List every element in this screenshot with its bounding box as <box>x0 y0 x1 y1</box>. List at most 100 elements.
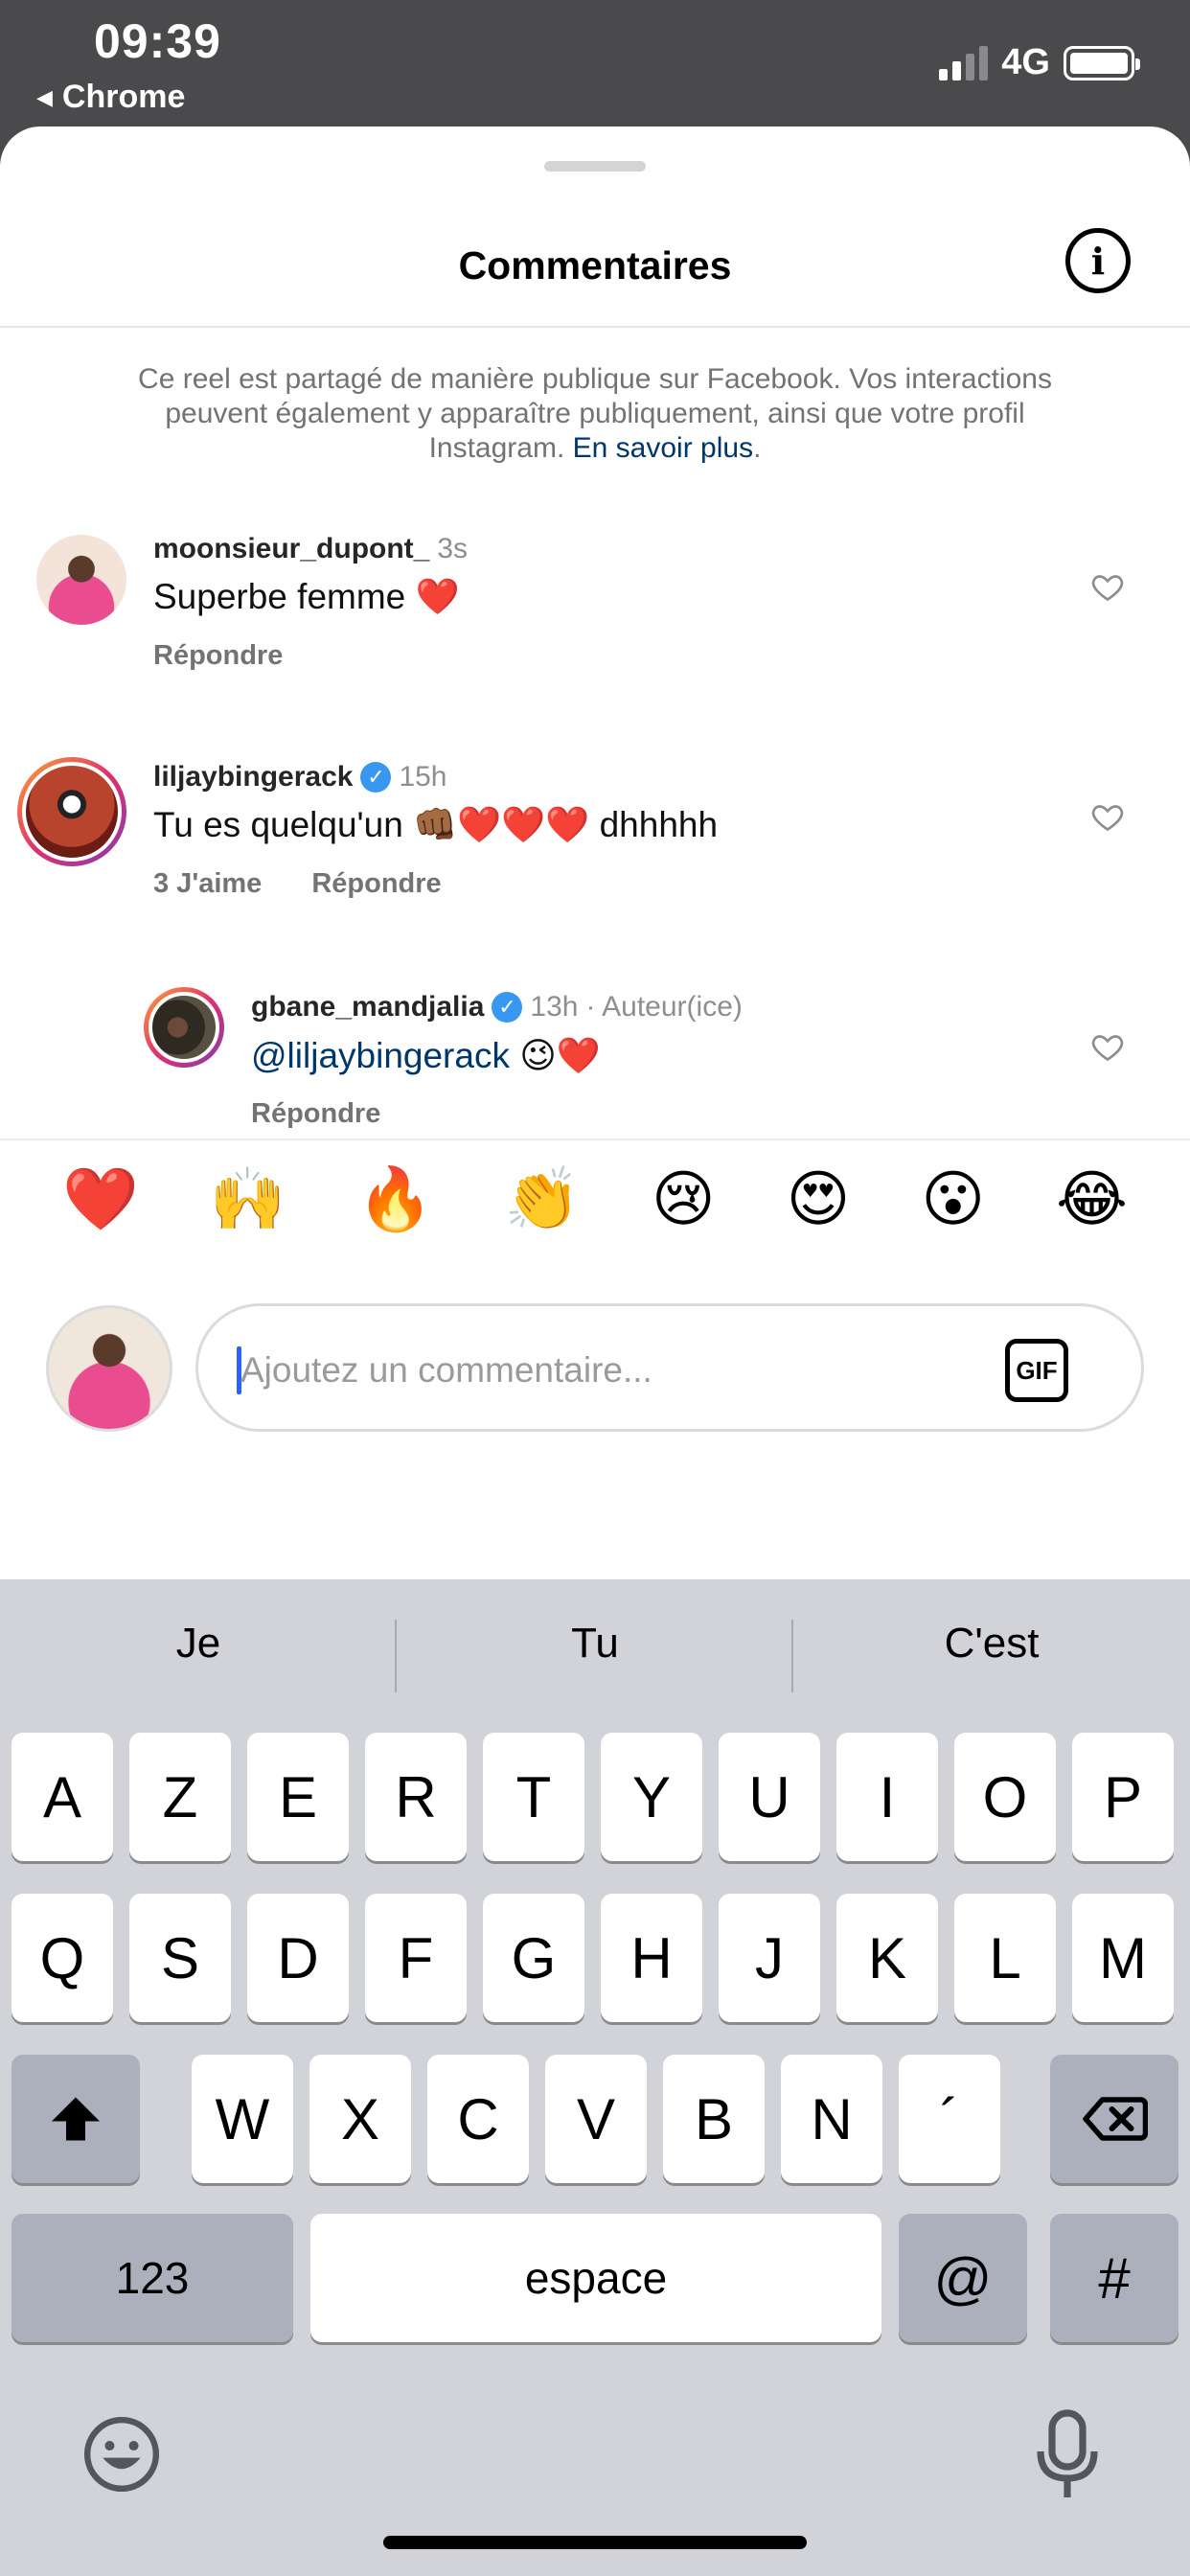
backspace-icon <box>1083 2097 1148 2141</box>
key-row1-6[interactable]: U <box>719 1733 820 1861</box>
key-row1-0[interactable]: A <box>11 1733 113 1861</box>
heart-outline-icon[interactable] <box>1090 569 1125 604</box>
key-row1-1[interactable]: Z <box>129 1733 231 1861</box>
comment-text: Tu es quelqu'un 👊🏾❤️❤️❤️ dhhhhh <box>153 805 719 844</box>
comment-username[interactable]: liljaybingerack <box>153 761 353 794</box>
emoji-heart-eyes-button[interactable]: 😍 <box>787 1169 851 1230</box>
key-row2-3[interactable]: F <box>365 1894 467 2022</box>
key-row1-8[interactable]: O <box>954 1733 1056 1861</box>
shift-key[interactable] <box>11 2055 140 2183</box>
microphone-icon[interactable] <box>1033 2409 1102 2501</box>
key-row3-4[interactable]: B <box>663 2055 765 2183</box>
key-row3-6[interactable]: ´ <box>899 2055 1000 2183</box>
key-row1-5[interactable]: Y <box>601 1733 702 1861</box>
key-row1-7[interactable]: I <box>836 1733 938 1861</box>
key-row3-3[interactable]: V <box>545 2055 647 2183</box>
signal-strength-icon <box>939 45 989 80</box>
comment-meta: gbane_mandjalia ✓ 13h · Auteur(ice) <box>251 991 743 1024</box>
emoji-laugh-button[interactable]: 😂 <box>1056 1169 1128 1230</box>
quick-emoji-bar: ❤️ 🙌 🔥 👏 😢 😍 😮 😂 <box>0 1138 1190 1259</box>
prediction-1[interactable]: Je <box>0 1620 397 1668</box>
key-row2-8[interactable]: L <box>954 1894 1056 2022</box>
emoji-wow-button[interactable]: 😮 <box>921 1169 985 1230</box>
hash-key[interactable]: # <box>1050 2214 1179 2342</box>
comment-input[interactable] <box>240 1335 988 1406</box>
status-indicators: 4G <box>939 42 1140 83</box>
key-row3-0[interactable]: W <box>192 2055 293 2183</box>
reply-button[interactable]: Répondre <box>153 640 283 672</box>
shift-icon <box>52 2097 100 2141</box>
avatar[interactable] <box>144 987 224 1068</box>
key-row2-6[interactable]: J <box>719 1894 820 2022</box>
emoji-raised-hands-button[interactable]: 🙌 <box>210 1169 286 1230</box>
numbers-key[interactable]: 123 <box>11 2214 293 2342</box>
back-to-app-button[interactable]: ◀ Chrome <box>36 79 185 116</box>
emoji-face-icon[interactable] <box>80 2413 163 2496</box>
info-icon[interactable]: i <box>1065 228 1131 293</box>
key-row1-9[interactable]: P <box>1072 1733 1174 1861</box>
key-row2-9[interactable]: M <box>1072 1894 1174 2022</box>
learn-more-link[interactable]: En savoir plus <box>573 432 753 464</box>
comment-time: 15h <box>399 761 447 793</box>
reply-button[interactable]: Répondre <box>251 1098 380 1130</box>
comment-text-rest: 😉❤️ <box>509 1036 601 1075</box>
emoji-fire-button[interactable]: 🔥 <box>356 1169 433 1230</box>
reply-button[interactable]: Répondre <box>311 868 441 900</box>
emoji-clap-button[interactable]: 👏 <box>504 1169 581 1230</box>
comment-text: @liljaybingerack 😉❤️ <box>251 1035 601 1077</box>
status-time: 09:39 <box>94 14 221 68</box>
comment-meta: moonsieur_dupont_ 3s <box>153 533 468 565</box>
comment-item: moonsieur_dupont_ 3s Superbe femme ❤️ Ré… <box>0 508 1190 700</box>
heart-outline-icon[interactable] <box>1090 799 1125 834</box>
verified-badge-icon: ✓ <box>492 992 523 1023</box>
mention-link[interactable]: @liljaybingerack <box>251 1036 510 1075</box>
key-row1-2[interactable]: E <box>247 1733 349 1861</box>
network-type: 4G <box>1001 42 1050 82</box>
key-row2-7[interactable]: K <box>836 1894 938 2022</box>
prediction-2[interactable]: Tu <box>397 1620 793 1668</box>
emoji-heart-button[interactable]: ❤️ <box>62 1169 139 1230</box>
key-row2-1[interactable]: S <box>129 1894 231 2022</box>
author-label: · Auteur(ice) <box>585 991 743 1023</box>
sheet-drag-handle[interactable] <box>544 161 646 172</box>
comment-meta: liljaybingerack ✓ 15h <box>153 761 447 794</box>
emoji-cry-button[interactable]: 😢 <box>652 1169 716 1230</box>
comment-actions: Répondre <box>153 640 283 672</box>
key-row2-0[interactable]: Q <box>11 1894 113 2022</box>
key-row3-1[interactable]: X <box>309 2055 411 2183</box>
facebook-share-notice: Ce reel est partagé de manière publique … <box>105 362 1085 466</box>
comments-list[interactable]: moonsieur_dupont_ 3s Superbe femme ❤️ Ré… <box>0 508 1190 1138</box>
key-row2-5[interactable]: H <box>601 1894 702 2022</box>
backspace-key[interactable] <box>1050 2055 1179 2183</box>
avatar[interactable] <box>17 757 126 866</box>
key-row3-5[interactable]: N <box>781 2055 882 2183</box>
comment-actions: Répondre <box>251 1098 380 1130</box>
prediction-bar: Je Tu C'est <box>0 1579 1190 1723</box>
comment-username[interactable]: gbane_mandjalia <box>251 991 484 1024</box>
reply-item: gbane_mandjalia ✓ 13h · Auteur(ice) @lil… <box>0 930 1190 1138</box>
key-row2-4[interactable]: G <box>483 1894 584 2022</box>
battery-icon <box>1064 45 1140 80</box>
key-row1-4[interactable]: T <box>483 1733 584 1861</box>
back-app-label: Chrome <box>61 79 186 115</box>
sheet-title: Commentaires <box>458 243 732 288</box>
at-key[interactable]: @ <box>899 2214 1027 2342</box>
likes-count[interactable]: 3 J'aime <box>153 868 262 900</box>
current-user-avatar <box>46 1305 172 1432</box>
notice-end: . <box>753 432 762 464</box>
header-divider <box>0 326 1190 328</box>
home-indicator[interactable] <box>383 2536 807 2549</box>
comment-username[interactable]: moonsieur_dupont_ <box>153 533 429 565</box>
comment-time: 13h <box>530 991 579 1023</box>
key-row1-3[interactable]: R <box>365 1733 467 1861</box>
comment-composer[interactable]: GIF <box>195 1303 1144 1432</box>
status-bar: 09:39 ◀ Chrome 4G <box>0 0 1190 126</box>
space-key[interactable]: espace <box>310 2214 881 2342</box>
comment-text: Superbe femme ❤️ <box>153 577 460 616</box>
key-row2-2[interactable]: D <box>247 1894 349 2022</box>
avatar[interactable] <box>36 535 126 625</box>
key-row3-2[interactable]: C <box>427 2055 529 2183</box>
gif-icon[interactable]: GIF <box>1005 1339 1068 1402</box>
heart-outline-icon[interactable] <box>1090 1029 1125 1064</box>
prediction-3[interactable]: C'est <box>793 1620 1190 1668</box>
